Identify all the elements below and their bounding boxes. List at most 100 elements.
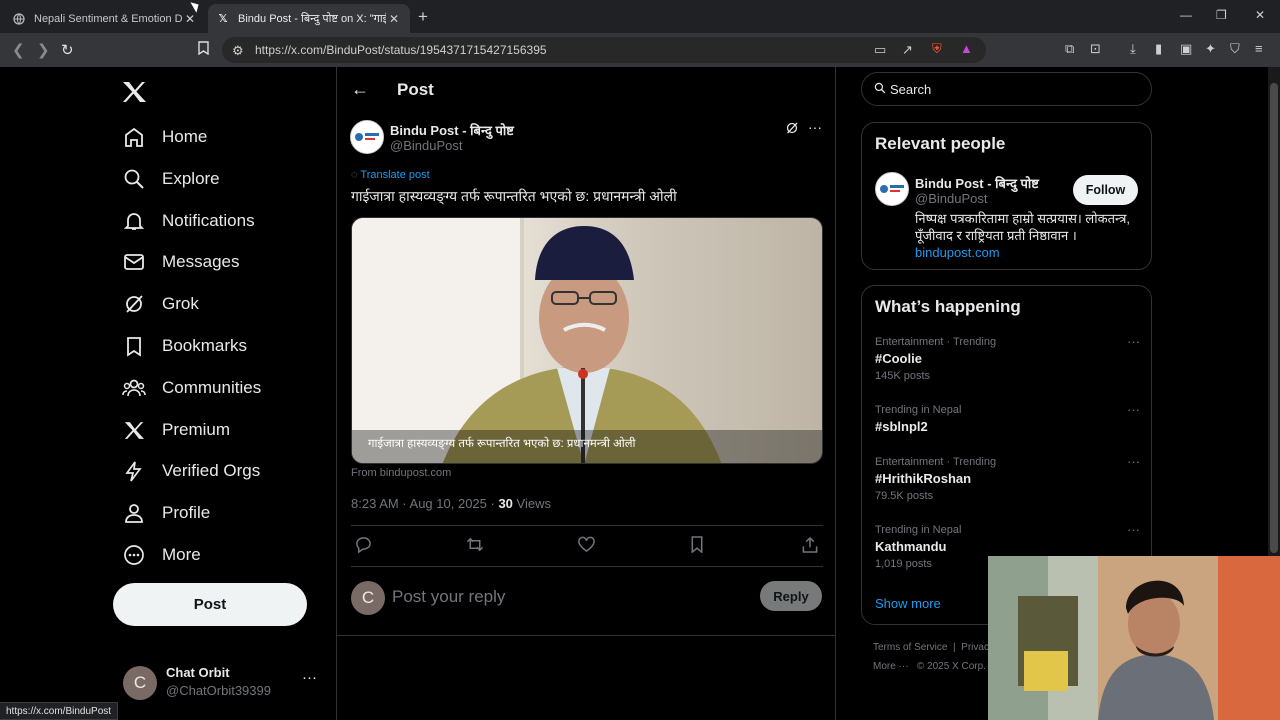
- post-button[interactable]: Post: [113, 583, 307, 626]
- lightning-icon: [112, 460, 156, 482]
- nav-item-home[interactable]: Home: [112, 117, 207, 157]
- post-media-image[interactable]: गाईजात्रा हास्यव्यङ्ग्य तर्फ रूपान्तरित …: [351, 217, 823, 464]
- sidebar-toggle-icon[interactable]: ▮: [1155, 41, 1162, 57]
- forward-icon[interactable]: ❯: [37, 41, 50, 59]
- url-text[interactable]: https://x.com/BinduPost/status/195437171…: [255, 43, 547, 57]
- trend-context: Entertainment · Trending: [875, 456, 997, 468]
- bookmark-page-icon[interactable]: [198, 41, 209, 59]
- post-text: गाईजात्रा हास्यव्यङ्ग्य तर्फ रूपान्तरित …: [351, 188, 677, 204]
- brave-shield-icon[interactable]: ⛨: [932, 41, 942, 57]
- show-more-link[interactable]: Show more: [875, 596, 941, 611]
- views-count: 30: [498, 496, 513, 511]
- more-icon[interactable]: ···: [302, 669, 317, 686]
- more-icon[interactable]: ···: [808, 119, 822, 135]
- close-tab-icon[interactable]: ✕: [386, 12, 402, 26]
- media-caption: गाईजात्रा हास्यव्यङ्ग्य तर्फ रूपान्तरित …: [368, 438, 636, 450]
- leo-ai-icon[interactable]: ✦: [1205, 41, 1216, 57]
- trend-name: #Coolie: [875, 351, 922, 366]
- reply-input[interactable]: Post your reply: [392, 587, 505, 607]
- nav-item-communities[interactable]: Communities: [112, 368, 261, 408]
- scrollbar-thumb[interactable]: [1270, 83, 1278, 553]
- vpn-icon[interactable]: ⛉: [1230, 41, 1240, 57]
- reply-icon[interactable]: [355, 536, 372, 557]
- divider: [351, 525, 823, 526]
- person-website-link[interactable]: bindupost.com: [915, 245, 1000, 260]
- trend-name: #HrithikRoshan: [875, 471, 972, 486]
- extensions-icon[interactable]: ⧉: [1065, 41, 1074, 57]
- more-icon[interactable]: ···: [1127, 402, 1140, 417]
- post-timestamp[interactable]: 8:23 AM · Aug 10, 2025 ·: [351, 496, 498, 511]
- account-name: Chat Orbit: [166, 665, 230, 680]
- trend-item[interactable]: Trending in Nepal #sblnpl2 ···: [875, 402, 1140, 454]
- person-name[interactable]: Bindu Post - बिन्दु पोष्ट: [915, 174, 1039, 192]
- grok-icon[interactable]: [785, 121, 799, 138]
- x-logo-icon[interactable]: [122, 79, 146, 110]
- repost-icon[interactable]: [466, 536, 484, 557]
- share-icon[interactable]: [802, 536, 818, 557]
- browser-toolbar: ❮ ❯ ↻ ⚙ https://x.com/BinduPost/status/1…: [0, 33, 1280, 67]
- nav-item-verified-orgs[interactable]: Verified Orgs: [112, 451, 260, 491]
- restore-icon[interactable]: ❐: [1216, 8, 1227, 22]
- nav-item-profile[interactable]: Profile: [112, 493, 210, 533]
- menu-icon[interactable]: ≡: [1255, 41, 1263, 56]
- more-icon[interactable]: ···: [1127, 454, 1140, 469]
- back-icon[interactable]: ❮: [12, 41, 25, 59]
- globe-icon: [12, 12, 26, 26]
- x-logo-icon: 𝕏: [218, 13, 228, 25]
- reply-button[interactable]: Reply: [760, 581, 822, 611]
- webcam-overlay: [988, 556, 1280, 720]
- footer-copyright[interactable]: More ··· © 2025 X Corp.: [873, 661, 986, 672]
- cast-icon[interactable]: ▭: [874, 42, 886, 58]
- nav-item-premium[interactable]: Premium: [112, 410, 230, 450]
- nav-item-explore[interactable]: Explore: [112, 159, 220, 199]
- reload-icon[interactable]: ↻: [61, 41, 74, 59]
- screenshot-icon[interactable]: ⊡: [1090, 41, 1101, 57]
- avatar[interactable]: [875, 172, 909, 206]
- browser-tab-active[interactable]: 𝕏 Bindu Post - बिन्दु पोष्ट on X: "गाईजा…: [208, 4, 410, 33]
- download-icon[interactable]: ⤓: [1130, 41, 1136, 57]
- left-navigation: Home Explore Notifications Messages Grok…: [112, 67, 336, 720]
- back-arrow-icon[interactable]: ←: [351, 79, 369, 100]
- follow-button[interactable]: Follow: [1073, 175, 1138, 205]
- views-label: Views: [512, 496, 551, 511]
- bookmark-icon[interactable]: [690, 536, 704, 557]
- search-icon: [874, 82, 886, 97]
- author-name[interactable]: Bindu Post - बिन्दु पोष्ट: [390, 121, 514, 139]
- minimize-icon[interactable]: —: [1180, 8, 1192, 22]
- new-tab-button[interactable]: +: [418, 7, 428, 27]
- trend-posts: 145K posts: [875, 370, 931, 382]
- account-switcher[interactable]: C Chat Orbit @ChatOrbit39399 ···: [122, 661, 336, 705]
- like-icon[interactable]: [578, 536, 595, 557]
- close-tab-icon[interactable]: ✕: [182, 12, 198, 26]
- person-bio: निष्पक्ष पत्रकारितामा हाम्रो सत्प्रयास। …: [915, 211, 1131, 243]
- nav-item-more[interactable]: More: [112, 535, 201, 575]
- share-icon[interactable]: ↗: [902, 42, 913, 58]
- brave-rewards-icon[interactable]: ▲: [960, 41, 973, 56]
- nav-item-messages[interactable]: Messages: [112, 242, 239, 282]
- nav-label: Explore: [162, 169, 220, 188]
- grok-icon: [112, 293, 156, 315]
- trend-item[interactable]: Entertainment · Trending #Coolie 145K po…: [875, 334, 1140, 386]
- browser-tab[interactable]: Nepali Sentiment & Emotion Dataset ✕: [4, 4, 206, 33]
- search-placeholder: Search: [890, 82, 932, 97]
- nav-item-bookmarks[interactable]: Bookmarks: [112, 326, 247, 366]
- search-input[interactable]: Search: [861, 72, 1152, 106]
- link-status-bar: https://x.com/BinduPost: [0, 702, 119, 720]
- more-icon[interactable]: ···: [1127, 334, 1140, 349]
- divider: [337, 635, 835, 636]
- site-settings-icon[interactable]: ⚙: [232, 43, 244, 59]
- author-handle[interactable]: @BinduPost: [390, 138, 462, 153]
- close-window-icon[interactable]: ✕: [1255, 8, 1265, 22]
- card-title: What’s happening: [875, 297, 1021, 316]
- footer-links[interactable]: Terms of Service | Privac: [873, 642, 989, 653]
- wallet-icon[interactable]: ▣: [1180, 41, 1192, 57]
- more-icon[interactable]: ···: [1127, 522, 1140, 537]
- translate-link[interactable]: ◌ Translate post: [351, 169, 430, 181]
- avatar[interactable]: [350, 120, 384, 154]
- link-source[interactable]: From bindupost.com: [351, 467, 451, 479]
- nav-item-notifications[interactable]: Notifications: [112, 201, 255, 241]
- nav-item-grok[interactable]: Grok: [112, 284, 199, 324]
- trend-item[interactable]: Entertainment · Trending #HrithikRoshan …: [875, 454, 1140, 506]
- person-handle[interactable]: @BinduPost: [915, 191, 987, 206]
- address-bar[interactable]: ⚙ https://x.com/BinduPost/status/1954371…: [222, 37, 986, 63]
